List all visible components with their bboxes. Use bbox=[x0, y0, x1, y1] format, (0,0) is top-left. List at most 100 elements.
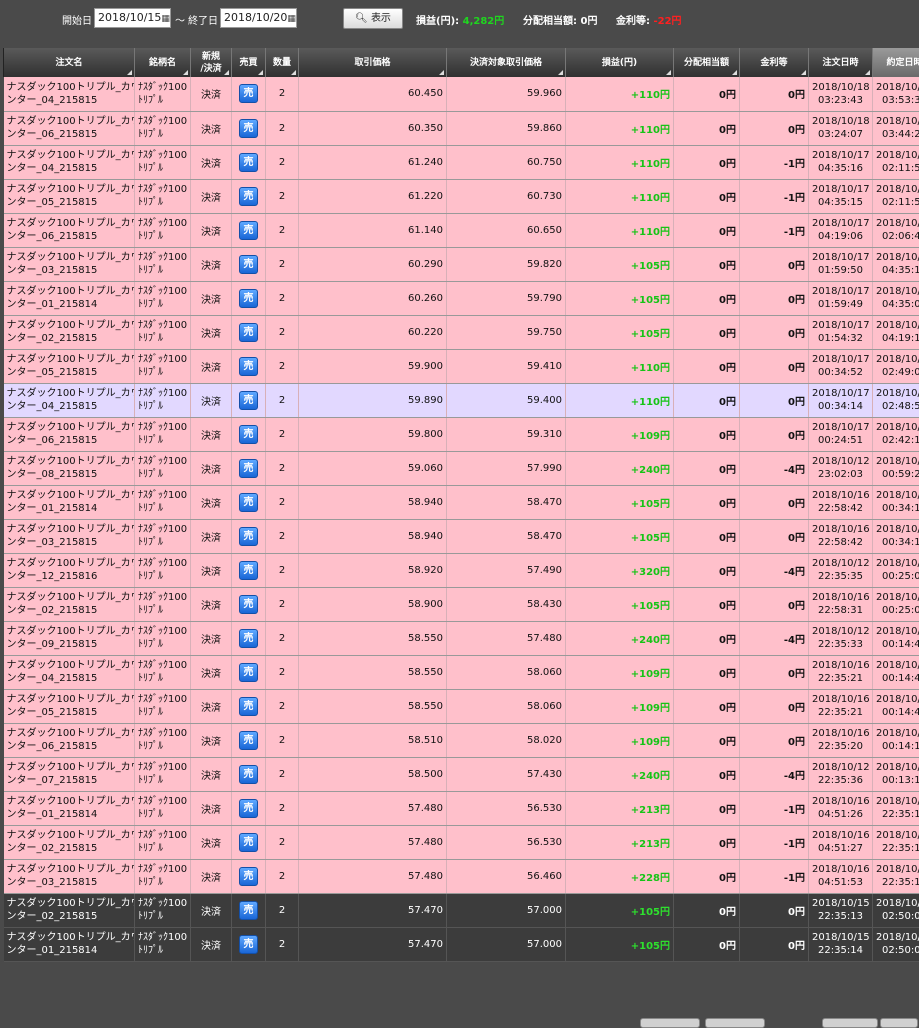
new-close-cell: 決済 bbox=[191, 485, 232, 519]
table-row[interactable]: ナスダック100トリプル_カウンター_05_215815ﾅｽﾀﾞｯｸ100ﾄﾘﾌ… bbox=[4, 689, 919, 723]
profit-loss-cell: +105円 bbox=[566, 281, 674, 315]
table-row[interactable]: ナスダック100トリプル_カウンター_06_215815ﾅｽﾀﾞｯｸ100ﾄﾘﾌ… bbox=[4, 111, 919, 145]
dividend-cell: 0円 bbox=[674, 791, 740, 825]
table-row[interactable]: ナスダック100トリプル_カウンター_07_215815ﾅｽﾀﾞｯｸ100ﾄﾘﾌ… bbox=[4, 757, 919, 791]
column-header[interactable]: 分配相当額 bbox=[674, 48, 740, 77]
interest-cell: 0円 bbox=[740, 417, 809, 451]
column-header[interactable]: 売買 bbox=[232, 48, 266, 77]
column-header[interactable]: 決済対象取引価格 bbox=[447, 48, 566, 77]
sell-badge[interactable]: 売 bbox=[239, 595, 258, 614]
sell-badge[interactable]: 売 bbox=[239, 425, 258, 444]
sell-badge[interactable]: 売 bbox=[239, 527, 258, 546]
calendar-icon[interactable]: ▦ bbox=[161, 14, 170, 24]
table-row[interactable]: ナスダック100トリプル_カウンター_02_215815ﾅｽﾀﾞｯｸ100ﾄﾘﾌ… bbox=[4, 587, 919, 621]
column-header[interactable]: 注文名 bbox=[4, 48, 135, 77]
dividend-cell: 0円 bbox=[674, 485, 740, 519]
interest-cell: -4円 bbox=[740, 451, 809, 485]
new-close-cell: 決済 bbox=[191, 927, 232, 961]
table-row[interactable]: ナスダック100トリプル_カウンター_03_215815ﾅｽﾀﾞｯｸ100ﾄﾘﾌ… bbox=[4, 519, 919, 553]
sell-badge[interactable]: 売 bbox=[239, 629, 258, 648]
quantity-cell: 2 bbox=[266, 825, 299, 859]
execution-datetime-cell: 2018/10/1803:53:32 bbox=[873, 77, 919, 111]
order-datetime-cell: 2018/10/1522:35:13 bbox=[809, 893, 873, 927]
sell-badge[interactable]: 売 bbox=[239, 697, 258, 716]
column-header[interactable]: 注文日時 bbox=[809, 48, 873, 77]
execution-datetime-cell: 2018/10/1802:11:54 bbox=[873, 179, 919, 213]
column-header[interactable]: 損益(円) bbox=[566, 48, 674, 77]
sell-badge[interactable]: 売 bbox=[239, 391, 258, 410]
column-header[interactable]: 数量 bbox=[266, 48, 299, 77]
table-row[interactable]: ナスダック100トリプル_カウンター_01_215814ﾅｽﾀﾞｯｸ100ﾄﾘﾌ… bbox=[4, 927, 919, 961]
sell-badge[interactable]: 売 bbox=[239, 289, 258, 308]
table-row[interactable]: ナスダック100トリプル_カウンター_01_215814ﾅｽﾀﾞｯｸ100ﾄﾘﾌ… bbox=[4, 485, 919, 519]
sell-badge[interactable]: 売 bbox=[239, 357, 258, 376]
table-row[interactable]: ナスダック100トリプル_カウンター_04_215815ﾅｽﾀﾞｯｸ100ﾄﾘﾌ… bbox=[4, 383, 919, 417]
column-header-sorted[interactable]: 約定日時 bbox=[873, 48, 919, 77]
side-cell: 売 bbox=[232, 859, 266, 893]
sell-badge[interactable]: 売 bbox=[239, 493, 258, 512]
side-cell: 売 bbox=[232, 757, 266, 791]
table-row[interactable]: ナスダック100トリプル_カウンター_02_215815ﾅｽﾀﾞｯｸ100ﾄﾘﾌ… bbox=[4, 315, 919, 349]
sell-badge[interactable]: 売 bbox=[239, 187, 258, 206]
order-name-cell: ナスダック100トリプル_カウンター_07_215815 bbox=[4, 757, 135, 791]
sell-badge[interactable]: 売 bbox=[239, 935, 258, 954]
table-row[interactable]: ナスダック100トリプル_カウンター_06_215815ﾅｽﾀﾞｯｸ100ﾄﾘﾌ… bbox=[4, 723, 919, 757]
column-header[interactable]: 銘柄名 bbox=[135, 48, 191, 77]
quantity-cell: 2 bbox=[266, 315, 299, 349]
table-row[interactable]: ナスダック100トリプル_カウンター_04_215815ﾅｽﾀﾞｯｸ100ﾄﾘﾌ… bbox=[4, 655, 919, 689]
sell-badge[interactable]: 売 bbox=[239, 561, 258, 580]
sell-badge[interactable]: 売 bbox=[239, 323, 258, 342]
sell-badge[interactable]: 売 bbox=[239, 901, 258, 920]
trade-price-cell: 61.240 bbox=[299, 145, 447, 179]
pager-button[interactable] bbox=[640, 1018, 700, 1028]
table-row[interactable]: ナスダック100トリプル_カウンター_06_215815ﾅｽﾀﾞｯｸ100ﾄﾘﾌ… bbox=[4, 213, 919, 247]
sell-badge[interactable]: 売 bbox=[239, 221, 258, 240]
table-row[interactable]: ナスダック100トリプル_カウンター_04_215815ﾅｽﾀﾞｯｸ100ﾄﾘﾌ… bbox=[4, 77, 919, 111]
sell-badge[interactable]: 売 bbox=[239, 153, 258, 172]
dividend-cell: 0円 bbox=[674, 349, 740, 383]
sell-badge[interactable]: 売 bbox=[239, 833, 258, 852]
pager-button[interactable] bbox=[705, 1018, 765, 1028]
sell-badge[interactable]: 売 bbox=[239, 84, 258, 103]
end-date-input[interactable]: 2018/10/20▦ bbox=[220, 8, 297, 28]
sell-badge[interactable]: 売 bbox=[239, 119, 258, 138]
column-header[interactable]: 取引価格 bbox=[299, 48, 447, 77]
table-row[interactable]: ナスダック100トリプル_カウンター_03_215815ﾅｽﾀﾞｯｸ100ﾄﾘﾌ… bbox=[4, 247, 919, 281]
sell-badge[interactable]: 売 bbox=[239, 799, 258, 818]
order-name-cell: ナスダック100トリプル_カウンター_08_215815 bbox=[4, 451, 135, 485]
table-row[interactable]: ナスダック100トリプル_カウンター_02_215815ﾅｽﾀﾞｯｸ100ﾄﾘﾌ… bbox=[4, 825, 919, 859]
table-row[interactable]: ナスダック100トリプル_カウンター_08_215815ﾅｽﾀﾞｯｸ100ﾄﾘﾌ… bbox=[4, 451, 919, 485]
sell-badge[interactable]: 売 bbox=[239, 663, 258, 682]
pager-button[interactable] bbox=[822, 1018, 878, 1028]
settlement-price-cell: 60.750 bbox=[447, 145, 566, 179]
quantity-cell: 2 bbox=[266, 111, 299, 145]
order-name-cell: ナスダック100トリプル_カウンター_12_215816 bbox=[4, 553, 135, 587]
settlement-price-cell: 58.470 bbox=[447, 485, 566, 519]
table-row[interactable]: ナスダック100トリプル_カウンター_05_215815ﾅｽﾀﾞｯｸ100ﾄﾘﾌ… bbox=[4, 179, 919, 213]
trade-price-cell: 59.900 bbox=[299, 349, 447, 383]
quantity-cell: 2 bbox=[266, 553, 299, 587]
sell-badge[interactable]: 売 bbox=[239, 867, 258, 886]
calendar-icon[interactable]: ▦ bbox=[287, 14, 296, 24]
table-row[interactable]: ナスダック100トリプル_カウンター_01_215814ﾅｽﾀﾞｯｸ100ﾄﾘﾌ… bbox=[4, 791, 919, 825]
column-header[interactable]: 新規 /決済 bbox=[191, 48, 232, 77]
column-header[interactable]: 金利等 bbox=[740, 48, 809, 77]
show-button[interactable]: 🔍︎ 表示 bbox=[343, 8, 403, 29]
sell-badge[interactable]: 売 bbox=[239, 255, 258, 274]
table-row[interactable]: ナスダック100トリプル_カウンター_05_215815ﾅｽﾀﾞｯｸ100ﾄﾘﾌ… bbox=[4, 349, 919, 383]
sell-badge[interactable]: 売 bbox=[239, 459, 258, 478]
table-row[interactable]: ナスダック100トリプル_カウンター_09_215815ﾅｽﾀﾞｯｸ100ﾄﾘﾌ… bbox=[4, 621, 919, 655]
pager-button[interactable] bbox=[880, 1018, 918, 1028]
table-row[interactable]: ナスダック100トリプル_カウンター_06_215815ﾅｽﾀﾞｯｸ100ﾄﾘﾌ… bbox=[4, 417, 919, 451]
table-row[interactable]: ナスダック100トリプル_カウンター_03_215815ﾅｽﾀﾞｯｸ100ﾄﾘﾌ… bbox=[4, 859, 919, 893]
profit-loss-cell: +213円 bbox=[566, 825, 674, 859]
table-row[interactable]: ナスダック100トリプル_カウンター_01_215814ﾅｽﾀﾞｯｸ100ﾄﾘﾌ… bbox=[4, 281, 919, 315]
table-row[interactable]: ナスダック100トリプル_カウンター_12_215816ﾅｽﾀﾞｯｸ100ﾄﾘﾌ… bbox=[4, 553, 919, 587]
table-row[interactable]: ナスダック100トリプル_カウンター_02_215815ﾅｽﾀﾞｯｸ100ﾄﾘﾌ… bbox=[4, 893, 919, 927]
order-datetime-cell: 2018/10/1803:23:43 bbox=[809, 77, 873, 111]
start-date-input[interactable]: 2018/10/15▦ bbox=[94, 8, 171, 28]
table-row[interactable]: ナスダック100トリプル_カウンター_04_215815ﾅｽﾀﾞｯｸ100ﾄﾘﾌ… bbox=[4, 145, 919, 179]
sell-badge[interactable]: 売 bbox=[239, 731, 258, 750]
profit-loss-cell: +213円 bbox=[566, 791, 674, 825]
sell-badge[interactable]: 売 bbox=[239, 765, 258, 784]
